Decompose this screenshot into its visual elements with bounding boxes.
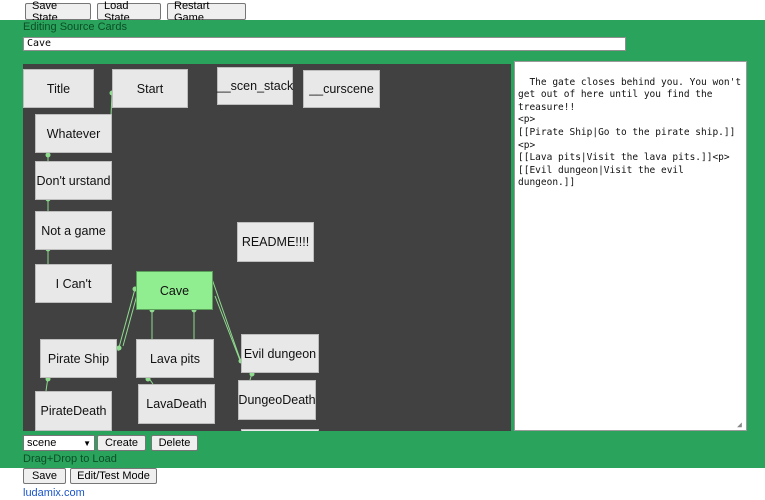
link-node [116, 345, 122, 351]
card-source-text: The gate closes behind you. You won't ge… [518, 76, 742, 189]
editor-header: Editing Source Cards [23, 21, 127, 33]
card-start[interactable]: Start [112, 69, 188, 108]
link-node [45, 152, 51, 158]
card-pirate-ship[interactable]: Pirate Ship [40, 339, 117, 378]
link-cave-evil-b [214, 295, 242, 364]
resize-grip-icon[interactable]: ◢ [737, 421, 745, 429]
load-state-button[interactable]: Load State [97, 0, 161, 24]
card-title[interactable]: Title [23, 69, 94, 108]
card-type-select[interactable]: scene ▼ [23, 435, 95, 451]
card-lava-death[interactable]: LavaDeath [138, 384, 215, 424]
chevron-down-icon: ▼ [83, 438, 91, 448]
card-whatever[interactable]: Whatever [35, 114, 112, 153]
card-lava-pits[interactable]: Lava pits [136, 339, 214, 378]
card-dungeo-death[interactable]: DungeoDeath [238, 380, 316, 420]
link-cave-pirate-a [117, 288, 136, 352]
restart-game-button[interactable]: Restart Game [167, 0, 246, 24]
card-graph-canvas[interactable]: Title Start __scen_stack __curscene What… [23, 64, 511, 431]
card-readme[interactable]: README!!!! [237, 222, 314, 262]
card-type-value: scene [27, 437, 57, 449]
drag-drop-hint: Drag+Drop to Load [23, 453, 117, 465]
card-partial[interactable] [241, 429, 319, 431]
card-dont-urstand[interactable]: Don't urstand [35, 161, 112, 200]
card-curscene[interactable]: __curscene [303, 70, 380, 108]
card-pirate-death[interactable]: PirateDeath [35, 391, 112, 431]
card-i-cant[interactable]: I Can't [35, 264, 112, 303]
footer-link[interactable]: ludamix.com [23, 487, 85, 499]
card-cave[interactable]: Cave [136, 271, 213, 310]
link-pirate-death [45, 376, 49, 392]
card-not-a-game[interactable]: Not a game [35, 211, 112, 250]
link-evil-death [249, 372, 253, 381]
delete-button[interactable]: Delete [151, 435, 198, 451]
link-cave-evil-a [211, 278, 241, 360]
card-title-input[interactable]: Cave [23, 37, 626, 51]
save-button[interactable]: Save [23, 468, 66, 484]
link-lava-death [147, 376, 154, 385]
create-button[interactable]: Create [97, 435, 146, 451]
edit-test-mode-button[interactable]: Edit/Test Mode [70, 468, 157, 484]
save-state-button[interactable]: Save State [25, 0, 91, 24]
card-source-textarea[interactable]: The gate closes behind you. You won't ge… [514, 61, 747, 431]
card-scen-stack[interactable]: __scen_stack [217, 67, 293, 105]
card-evil-dungeon[interactable]: Evil dungeon [241, 334, 319, 373]
